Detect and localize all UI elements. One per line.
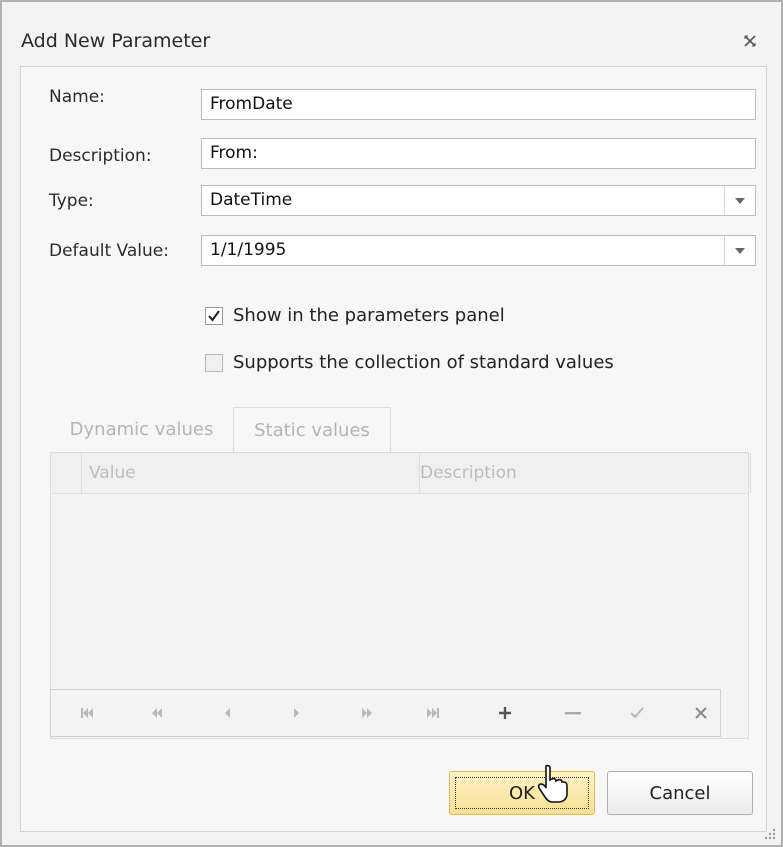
supports-standard-values-label: Supports the collection of standard valu… (233, 352, 614, 373)
close-button[interactable] (735, 26, 765, 56)
cancel-button-label: Cancel (649, 782, 711, 804)
tab-dynamic-values[interactable]: Dynamic values (50, 407, 233, 452)
cancel-button[interactable]: Cancel (607, 771, 753, 815)
last-record-button[interactable] (413, 690, 453, 736)
close-icon (744, 35, 756, 47)
add-parameter-dialog: Add New Parameter Name: FromDate Descrip… (0, 0, 783, 847)
ok-button[interactable]: OK (449, 771, 595, 815)
default-value-combo[interactable]: 1/1/1995 (201, 235, 756, 266)
supports-standard-values-checkbox[interactable] (205, 353, 223, 372)
tab-static-values[interactable]: Static values (233, 407, 391, 454)
column-header-description[interactable]: Description (413, 453, 751, 493)
previous-record-button[interactable] (207, 690, 247, 736)
show-in-panel-option[interactable]: Show in the parameters panel (205, 305, 505, 326)
prev-icon (225, 708, 230, 718)
first-record-button[interactable] (67, 690, 107, 736)
description-label: Description: (49, 146, 152, 166)
next-page-button[interactable] (347, 690, 387, 736)
column-header-value[interactable]: Value (82, 453, 420, 493)
name-field[interactable]: FromDate (201, 89, 756, 120)
next-page-icon (362, 708, 372, 718)
last-icon (427, 708, 439, 718)
dialog-content: Name: FromDate Description: From: Type: … (20, 66, 767, 832)
chevron-down-icon (735, 247, 745, 254)
grid-navigator (50, 689, 721, 737)
show-in-panel-label: Show in the parameters panel (233, 305, 505, 326)
type-value: DateTime (210, 190, 293, 210)
chevron-down-icon (735, 197, 745, 204)
cancel-edit-button[interactable] (681, 690, 721, 736)
name-value: FromDate (210, 94, 293, 114)
next-icon (294, 708, 299, 718)
grid-header: Value Description (51, 453, 751, 494)
default-value-label: Default Value: (49, 241, 169, 261)
remove-icon (565, 712, 581, 715)
show-in-panel-checkbox[interactable] (205, 306, 223, 325)
first-icon (81, 708, 93, 718)
dialog-title: Add New Parameter (21, 30, 211, 52)
row-indicator-header (51, 453, 82, 493)
cancel-edit-icon (695, 707, 707, 719)
prev-page-icon (152, 708, 162, 718)
apply-edit-button[interactable] (617, 690, 657, 736)
resize-grip-icon[interactable] (763, 827, 777, 841)
description-value: From: (210, 143, 258, 163)
apply-icon (630, 707, 644, 719)
next-record-button[interactable] (277, 690, 317, 736)
remove-record-button[interactable] (553, 690, 593, 736)
default-value: 1/1/1995 (210, 240, 287, 260)
checkmark-icon (208, 309, 220, 322)
previous-page-button[interactable] (137, 690, 177, 736)
supports-standard-values-option[interactable]: Supports the collection of standard valu… (205, 352, 614, 373)
add-record-button[interactable] (485, 690, 525, 736)
name-label: Name: (49, 87, 105, 107)
description-field[interactable]: From: (201, 138, 756, 169)
add-icon (499, 707, 511, 719)
type-combo[interactable]: DateTime (201, 185, 756, 216)
default-value-dropdown-button[interactable] (724, 236, 755, 265)
type-dropdown-button[interactable] (724, 186, 755, 215)
hand-cursor-icon (537, 764, 568, 803)
type-label: Type: (49, 191, 94, 211)
